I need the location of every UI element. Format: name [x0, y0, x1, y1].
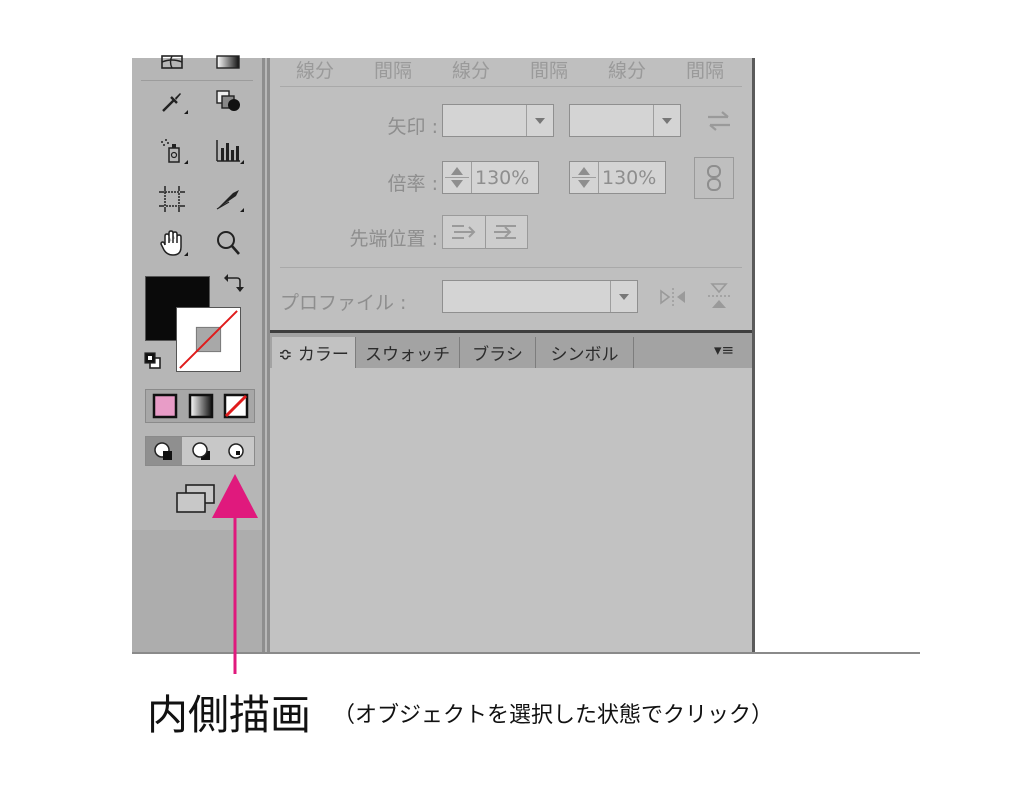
zoom-tool-button[interactable]: [208, 226, 248, 260]
panel-menu-button[interactable]: ▾≡: [714, 341, 734, 359]
end-scale-stepper[interactable]: 130%: [569, 161, 666, 194]
caption-note: （オブジェクトを選択した状態でクリック）: [333, 703, 774, 728]
slice-icon: [216, 190, 239, 210]
panel-divider-highlight: [265, 58, 267, 653]
draw-inside-icon: [228, 443, 244, 459]
arrowheads-label: 矢印 :: [387, 116, 438, 138]
submenu-indicator: [184, 252, 188, 256]
profile-dropdown[interactable]: [442, 280, 638, 313]
end-scale-value[interactable]: 130%: [602, 167, 656, 189]
profile-label: プロファイル :: [280, 292, 407, 314]
end-arrowhead-dropdown[interactable]: [569, 104, 681, 137]
eyedropper-tool-button[interactable]: [152, 84, 192, 118]
default-colors-icon: [144, 352, 161, 369]
draw-behind-icon: [192, 442, 210, 460]
mesh-icon: [161, 55, 183, 69]
color-panel-body: [270, 368, 752, 653]
stepper-up-icon: [578, 167, 590, 175]
eyedropper-icon: [162, 93, 181, 112]
tip-position-label: 先端位置 :: [349, 228, 438, 250]
blend-icon: [216, 90, 240, 111]
tab-swatches[interactable]: スウォッチ: [356, 337, 460, 368]
link-scale-button[interactable]: [694, 157, 734, 199]
scale-label: 倍率 :: [387, 173, 438, 195]
none-mode-icon: [223, 393, 249, 419]
draw-normal-icon: [154, 442, 172, 460]
stepper-down-icon: [451, 180, 463, 188]
flip-horizontal-icon: [660, 288, 685, 306]
gap-header: 間隔: [374, 60, 413, 82]
stroke-swatch[interactable]: [176, 307, 241, 372]
stepper-down-icon: [578, 180, 590, 188]
stepper-buttons[interactable]: [570, 162, 599, 193]
stepper-divider: [445, 177, 469, 178]
stepper-buttons[interactable]: [443, 162, 472, 193]
dropdown-arrow-icon: [526, 105, 553, 136]
stepper-divider: [572, 177, 596, 178]
mesh-tool-button[interactable]: [152, 46, 192, 80]
none-mode-button[interactable]: [223, 393, 249, 419]
annotation-arrow: [212, 474, 258, 674]
artboard-icon: [159, 186, 185, 212]
caption-title: 内側描画: [147, 691, 311, 739]
gradient-mode-icon: [188, 393, 214, 419]
gap-header: 間隔: [686, 60, 725, 82]
flip-vertical-icon: [708, 283, 730, 308]
start-scale-value[interactable]: 130%: [475, 167, 529, 189]
gap-header: 間隔: [530, 60, 569, 82]
group-divider: [485, 216, 486, 248]
gradient-tool-button[interactable]: [208, 46, 248, 80]
dash-header: 線分: [452, 60, 491, 82]
place-tip-button[interactable]: [490, 219, 522, 245]
flip-along-button[interactable]: [656, 284, 690, 310]
section-divider: [280, 86, 742, 87]
hand-tool-button[interactable]: [152, 226, 192, 260]
submenu-indicator: [184, 160, 188, 164]
draw-behind-button[interactable]: [184, 437, 218, 465]
dash-header: 線分: [296, 60, 335, 82]
swap-fill-stroke-button[interactable]: [223, 272, 245, 294]
gradient-mode-button[interactable]: [188, 393, 214, 419]
tab-brushes[interactable]: ブラシ: [460, 337, 536, 368]
blend-tool-button[interactable]: [208, 84, 248, 118]
toolbox-separator: [141, 80, 253, 81]
extend-tip-button[interactable]: [448, 219, 480, 245]
swap-fill-stroke-icon: [224, 274, 244, 292]
panel-edge: [752, 58, 755, 653]
draw-inside-button[interactable]: [219, 437, 253, 465]
section-divider: [280, 267, 742, 268]
symbol-sprayer-tool-button[interactable]: [152, 134, 192, 168]
submenu-indicator: [184, 110, 188, 114]
place-arrow-tip-icon: [494, 225, 516, 239]
start-arrowhead-dropdown[interactable]: [442, 104, 554, 137]
artboard-tool-button[interactable]: [152, 182, 192, 216]
submenu-indicator: [240, 160, 244, 164]
slice-tool-button[interactable]: [208, 182, 248, 216]
submenu-indicator: [240, 208, 244, 212]
tab-symbols[interactable]: シンボル: [536, 337, 634, 368]
hand-icon: [160, 230, 182, 256]
chain-link-icon: [707, 165, 721, 191]
default-fill-stroke-button[interactable]: [144, 352, 162, 370]
symbol-sprayer-icon: [161, 139, 180, 163]
stepper-up-icon: [451, 167, 463, 175]
dropdown-arrow-icon: [653, 105, 680, 136]
start-scale-stepper[interactable]: 130%: [442, 161, 539, 194]
dash-header: 線分: [608, 60, 647, 82]
flip-across-button[interactable]: [704, 280, 734, 312]
draw-normal-button[interactable]: [146, 437, 182, 465]
zoom-icon: [217, 231, 240, 255]
gradient-icon: [216, 55, 240, 69]
color-mode-button[interactable]: [152, 393, 178, 419]
color-mode-icon: [152, 393, 178, 419]
tab-color[interactable]: ≎ カラー: [272, 337, 356, 368]
dropdown-arrow-icon: [610, 281, 637, 312]
column-graph-tool-button[interactable]: [208, 134, 248, 168]
none-slash-icon: [179, 310, 238, 369]
swap-arrows-icon: [708, 111, 730, 131]
swap-arrowheads-button[interactable]: [704, 108, 734, 134]
extend-arrow-tip-icon: [452, 225, 476, 239]
column-graph-icon: [216, 140, 240, 162]
